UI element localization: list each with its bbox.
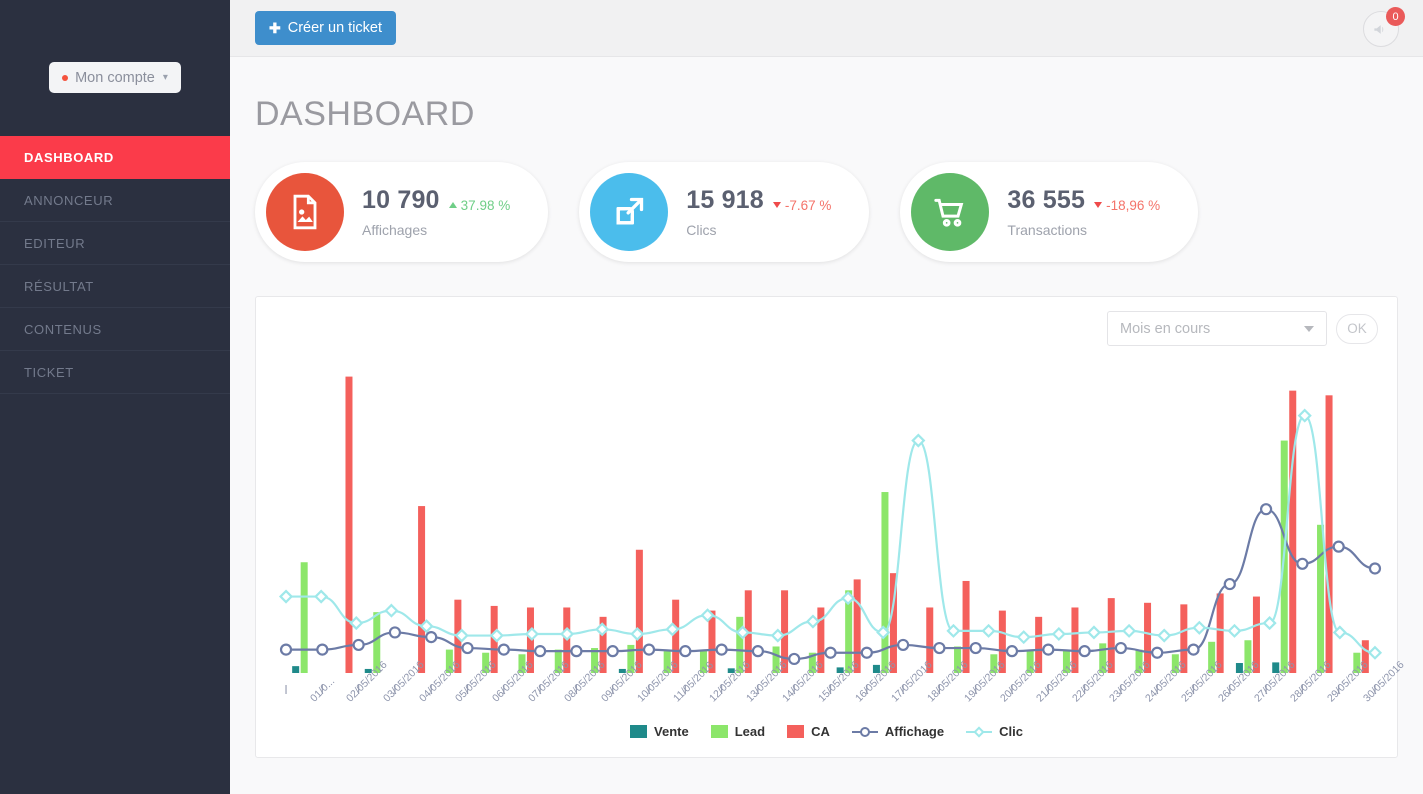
legend-label: Clic [999,724,1023,739]
legend-label: Affichage [884,724,945,739]
notifications-button[interactable]: 0 [1363,7,1405,47]
main-content: ✚ Créer un ticket 0 DASHBOARD 10 790 37.… [230,0,1423,794]
stat-delta-label: -18,96 % [1106,197,1161,213]
stat-card-row: 10 790 37.98 % [362,186,510,215]
stat-label: Transactions [1007,222,1088,238]
notification-badge: 0 [1386,7,1405,26]
stat-card-clics: 15 918 -7.67 % Clics [579,162,870,262]
account-button-label: Mon compte [75,69,155,86]
chart-panel: Mois en cours OK 01/0... 02/05/2016 03/05/… [255,296,1406,758]
stat-label: Clics [686,222,717,238]
legend-item[interactable]: CA [787,724,830,739]
legend-item[interactable]: Affichage [851,724,945,739]
stat-label: Affichages [362,222,428,238]
stat-value: 15 918 [686,186,764,214]
stat-value: 36 555 [1007,186,1086,214]
legend-item[interactable]: Vente [630,724,689,739]
chart-plot-area [256,351,1397,681]
stat-card-text: 10 790 37.98 % Affichages [362,186,514,238]
sidebar-item-label: TICKET [24,364,74,380]
sidebar-item-label: EDITEUR [24,235,86,251]
create-ticket-button[interactable]: ✚ Créer un ticket [255,11,397,45]
ok-button[interactable]: OK [1336,313,1378,344]
arrow-down-icon [772,202,781,208]
stat-delta-label: 37.98 % [460,197,511,213]
chart-legend: Vente Lead CA Affichage Clic [256,724,1397,739]
status-dot-icon [62,74,69,81]
caret-down-icon [1304,325,1314,332]
account-button[interactable]: Mon compte ▾ [49,62,181,93]
legend-line-circle-icon [851,726,878,737]
sidebar-nav: DASHBOARD ANNONCEUR EDITEUR RÉSULTAT CON… [0,136,230,394]
legend-label: Vente [654,724,689,739]
account-area: Mon compte ▾ [0,0,230,93]
sidebar-item-dashboard[interactable]: DASHBOARD [0,136,230,179]
stat-delta: 37.98 % [448,197,511,213]
sidebar-item-label: ANNONCEUR [24,192,114,208]
plus-icon: ✚ [269,20,281,36]
stat-delta: -18,96 % [1094,198,1160,213]
stat-delta-label: -7.67 % [784,197,832,213]
external-link-icon [590,173,669,251]
sidebar-item-label: CONTENUS [24,321,102,337]
sidebar-item-label: DASHBOARD [24,149,114,165]
combo-chart [278,376,1383,673]
page-title: DASHBOARD [255,95,475,133]
stat-cards: 10 790 37.98 % Affichages 15 918 -7.67 %… [230,134,1423,262]
sidebar-item-ticket[interactable]: TICKET [0,351,230,394]
legend-item[interactable]: Lead [710,724,766,739]
legend-swatch-icon [787,725,805,738]
topbar: ✚ Créer un ticket 0 [230,0,1423,57]
period-select-value: Mois en cours [1120,320,1211,337]
arrow-up-icon [448,202,457,208]
legend-label: Lead [734,724,766,739]
stat-card-text: 15 918 -7.67 % Clics [686,186,835,238]
sidebar-item-editeur[interactable]: EDITEUR [0,222,230,265]
stat-card-row: 36 555 -18,96 % [1007,186,1160,215]
create-ticket-label: Créer un ticket [287,20,383,36]
stat-value: 10 790 [362,186,440,214]
stat-card-transactions: 36 555 -18,96 % Transactions [900,162,1199,262]
sidebar-item-label: RÉSULTAT [24,278,94,294]
legend-line-diamond-icon [966,725,993,738]
shopping-cart-icon [911,173,990,251]
legend-label: CA [811,724,830,739]
sidebar-item-annonceur[interactable]: ANNONCEUR [0,179,230,222]
sidebar-item-resultat[interactable]: RÉSULTAT [0,265,230,308]
image-file-icon [266,173,344,251]
stat-card-text: 36 555 -18,96 % Transactions [1007,186,1164,238]
chevron-down-icon: ▾ [162,72,168,83]
legend-swatch-icon [710,725,728,738]
legend-swatch-icon [630,725,648,738]
stat-delta: -7.67 % [772,197,832,213]
sidebar-item-contenus[interactable]: CONTENUS [0,308,230,351]
stat-card-affichages: 10 790 37.98 % Affichages [255,162,549,262]
dashboard-page: Mon compte ▾ DASHBOARD ANNONCEUR EDITEUR… [0,0,1423,794]
chart-toolbar: Mois en cours OK [256,297,1397,346]
stat-card-row: 15 918 -7.67 % [686,186,831,215]
arrow-down-icon [1094,202,1103,208]
sidebar: Mon compte ▾ DASHBOARD ANNONCEUR EDITEUR… [0,0,230,794]
period-select[interactable]: Mois en cours [1107,311,1327,346]
legend-item[interactable]: Clic [966,724,1023,739]
